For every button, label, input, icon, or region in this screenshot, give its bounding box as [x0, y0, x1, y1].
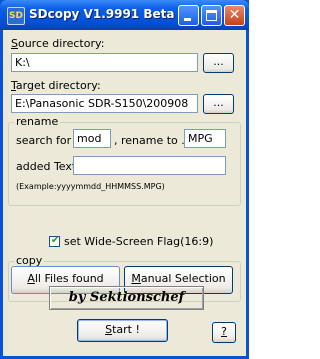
maximize-icon [206, 10, 217, 21]
close-button[interactable]: ✕ [224, 5, 245, 26]
example-hint: (Example:yyyymmdd_HHMMSS.MPG) [16, 182, 165, 191]
widescreen-label[interactable]: set Wide-Screen Flag(16:9) [64, 235, 213, 248]
added-text-label: added Text [16, 160, 77, 173]
maximize-button[interactable] [201, 5, 222, 26]
target-browse-button[interactable]: ... [203, 94, 234, 114]
source-browse-button[interactable]: ... [203, 53, 234, 73]
source-directory-label: Source directory: [11, 37, 105, 50]
widescreen-checkbox[interactable]: ✔ [49, 235, 60, 247]
rename-group-label: rename [14, 115, 61, 128]
source-directory-input[interactable]: K:\ [11, 53, 198, 72]
target-directory-label: Target directory: [11, 79, 101, 92]
checkmark-icon: ✔ [51, 235, 60, 246]
window-title: SDcopy V1.9991 Beta [29, 7, 175, 21]
app-window: SD SDcopy V1.9991 Beta ✕ Source director… [0, 0, 249, 359]
minimize-icon [184, 18, 191, 21]
added-text-input[interactable] [73, 156, 226, 175]
search-extension-input[interactable]: mod [73, 129, 111, 148]
help-button[interactable]: ? [212, 322, 236, 343]
rename-to-label: , rename to . [114, 134, 185, 147]
minimize-button[interactable] [178, 5, 199, 26]
close-icon: ✕ [228, 7, 241, 23]
title-bar[interactable]: SD SDcopy V1.9991 Beta ✕ [0, 0, 249, 30]
start-button[interactable]: Start ! [77, 319, 168, 342]
dialog-body: Source directory: K:\ ... Target directo… [3, 30, 246, 356]
rename-extension-input[interactable]: MPG [184, 129, 226, 148]
app-icon: SD [7, 7, 25, 25]
credit-banner: by Sektionschef [49, 286, 204, 310]
search-for-label: search for . [16, 134, 79, 147]
target-directory-input[interactable]: E:\Panasonic SDR-S150\200908 [11, 94, 198, 113]
